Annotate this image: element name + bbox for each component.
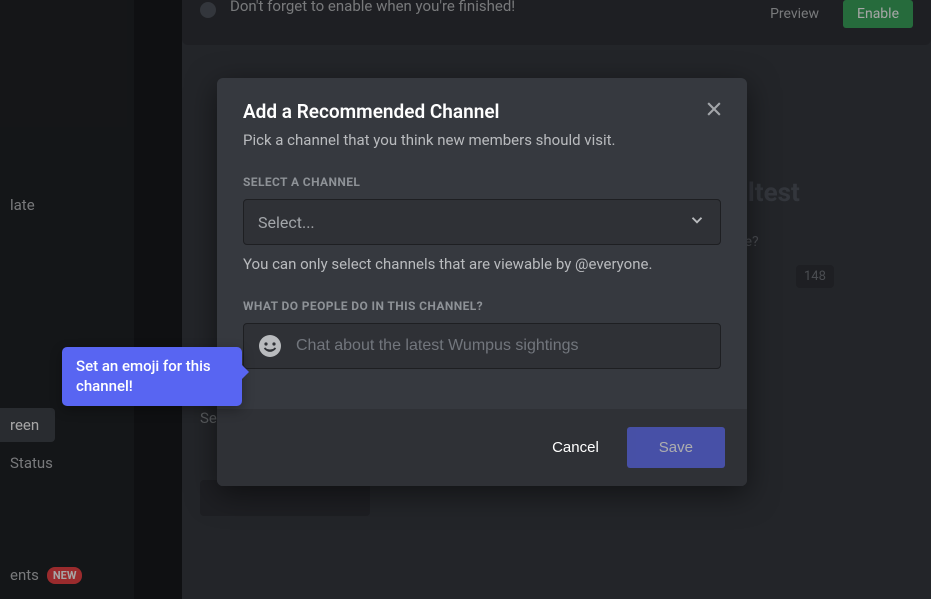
close-button[interactable]	[701, 96, 727, 122]
emoji-picker-button[interactable]	[256, 332, 284, 360]
emoji-icon	[258, 334, 282, 358]
select-channel-label: Select a channel	[243, 175, 721, 189]
modal-footer: Cancel Save	[217, 409, 747, 486]
close-icon	[704, 99, 724, 119]
add-recommended-channel-modal: Add a Recommended Channel Pick a channel…	[217, 78, 747, 486]
emoji-tooltip: Set an emoji for this channel!	[62, 347, 242, 406]
chevron-down-icon	[688, 211, 706, 233]
cancel-button[interactable]: Cancel	[544, 429, 607, 466]
description-label: What do people do in this channel?	[243, 299, 721, 313]
description-field-wrap	[243, 323, 721, 369]
modal-description: Pick a channel that you think new member…	[243, 131, 721, 149]
select-placeholder: Select...	[258, 213, 315, 232]
save-button[interactable]: Save	[627, 427, 725, 468]
modal-title: Add a Recommended Channel	[243, 100, 721, 123]
select-helper-text: You can only select channels that are vi…	[243, 255, 721, 273]
channel-description-input[interactable]	[296, 324, 708, 368]
channel-select[interactable]: Select...	[243, 199, 721, 245]
